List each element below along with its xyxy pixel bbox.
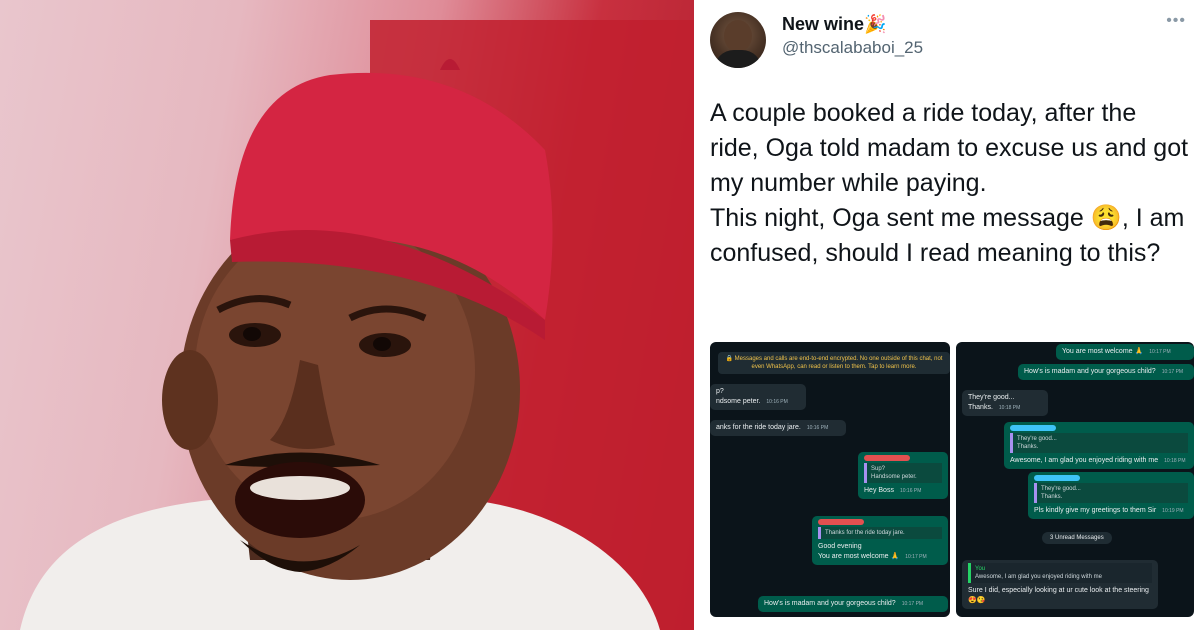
message-time: 10:16 PM bbox=[899, 488, 922, 494]
man-photo bbox=[0, 0, 694, 630]
man-illustration bbox=[20, 20, 694, 630]
tweet-panel: New wine🎉 @thscalababoi_25 ••• A couple … bbox=[694, 0, 1200, 630]
redacted-name bbox=[818, 519, 864, 525]
message-text: p? ndsome peter. bbox=[716, 388, 761, 405]
message-text: Pls kindly give my greetings to them Sir bbox=[1034, 507, 1157, 514]
display-name[interactable]: New wine🎉 bbox=[782, 14, 886, 35]
redacted-name bbox=[1034, 475, 1080, 481]
message-text: How's is madam and your gorgeous child? bbox=[764, 600, 896, 607]
message-time: 10:17 PM bbox=[901, 601, 924, 607]
message-text: Hey Boss bbox=[864, 487, 894, 494]
message-text: Awesome, I am glad you enjoyed riding wi… bbox=[1010, 457, 1159, 464]
chat-bubble: Thanks for the ride today jare. Good even… bbox=[812, 516, 948, 565]
chat-bubble: They're good... Thanks. 10:18 PM bbox=[962, 390, 1048, 416]
redacted-name bbox=[864, 455, 910, 461]
chat-screenshot-left[interactable]: 🔒 Messages and calls are end-to-end encr… bbox=[710, 342, 950, 617]
chat-screenshot-right[interactable]: You are most welcome 🙏 10:17 PM How's is … bbox=[956, 342, 1194, 617]
avatar-face bbox=[724, 20, 752, 52]
chat-bubble: How's is madam and your gorgeous child? 1… bbox=[758, 596, 948, 612]
chat-bubble: They're good... Thanks. Awesome, I am gla… bbox=[1004, 422, 1194, 469]
quoted-message: You Awesome, I am glad you enjoyed riding… bbox=[968, 563, 1152, 583]
tweet-paragraph: A couple booked a ride today, after the … bbox=[710, 99, 1189, 197]
message-time: 10:16 PM bbox=[766, 399, 788, 405]
quoted-message: They're good... Thanks. bbox=[1010, 433, 1188, 453]
message-time: 10:18 PM bbox=[998, 405, 1021, 411]
chat-bubble: Sup? Handsome peter. Hey Boss 10:16 PM bbox=[858, 452, 948, 499]
message-text: Good evening You are most welcome 🙏 bbox=[818, 543, 900, 560]
message-time: 10:18 PM bbox=[1164, 458, 1186, 464]
more-icon[interactable]: ••• bbox=[1166, 12, 1186, 30]
message-time: 10:17 PM bbox=[1149, 349, 1171, 355]
quote-author: You bbox=[975, 566, 986, 572]
chat-bubble: anks for the ride today jare. 10:16 PM bbox=[710, 420, 846, 436]
quote-text: Awesome, I am glad you enjoyed riding wi… bbox=[975, 574, 1102, 580]
avatar[interactable] bbox=[710, 12, 766, 68]
quoted-message: They're good... Thanks. bbox=[1034, 483, 1188, 503]
chat-bubble: They're good... Thanks. Pls kindly give m… bbox=[1028, 472, 1194, 519]
redacted-name bbox=[1010, 425, 1056, 431]
encryption-notice: 🔒 Messages and calls are end-to-end encr… bbox=[718, 352, 950, 374]
message-text: anks for the ride today jare. bbox=[716, 424, 801, 431]
quoted-message: Thanks for the ride today jare. bbox=[818, 527, 942, 539]
avatar-shirt bbox=[714, 50, 762, 68]
message-time: 10:17 PM bbox=[1161, 369, 1184, 375]
message-time: 10:16 PM bbox=[806, 425, 829, 431]
message-text: How's is madam and your gorgeous child? bbox=[1024, 368, 1156, 375]
chat-bubble: p? ndsome peter. 10:16 PM bbox=[710, 384, 806, 410]
user-handle[interactable]: @thscalababoi_25 bbox=[782, 38, 923, 58]
message-time: 10:19 PM bbox=[1162, 508, 1184, 514]
quoted-message: Sup? Handsome peter. bbox=[864, 463, 942, 483]
tweet-text: A couple booked a ride today, after the … bbox=[710, 96, 1190, 271]
unread-messages-badge: 3 Unread Messages bbox=[1042, 532, 1112, 544]
message-text: You are most welcome 🙏 bbox=[1062, 348, 1144, 355]
chat-bubble: You Awesome, I am glad you enjoyed riding… bbox=[962, 560, 1158, 609]
chat-bubble: How's is madam and your gorgeous child? 1… bbox=[1018, 364, 1194, 380]
chat-bubble: You are most welcome 🙏 10:17 PM bbox=[1056, 344, 1194, 360]
tweet-paragraph: This night, Oga sent me message 😩, I am … bbox=[710, 204, 1185, 267]
message-text: Sure I did, especially looking at ur cut… bbox=[968, 587, 1149, 604]
message-time: 10:17 PM bbox=[905, 554, 927, 560]
